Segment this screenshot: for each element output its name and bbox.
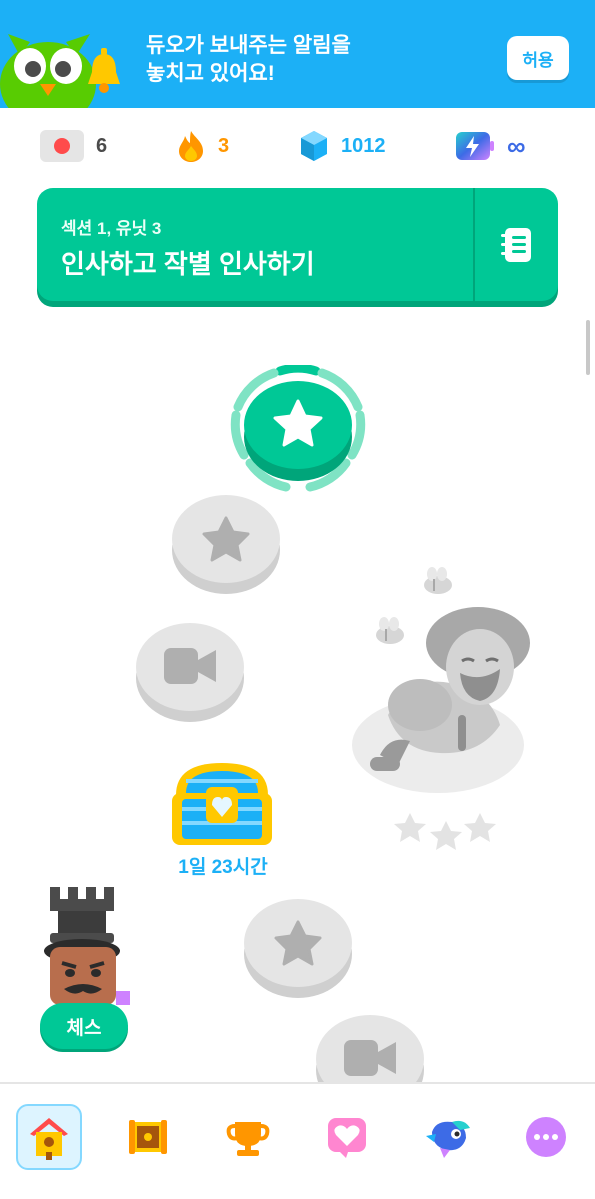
sleeping-character-illustration [352, 567, 530, 850]
flag-icon [40, 130, 84, 162]
chess-character-illustration [44, 887, 130, 1005]
nav-duo[interactable] [414, 1104, 480, 1170]
guidebook-button[interactable] [475, 188, 558, 301]
nav-leaderboard[interactable] [215, 1104, 281, 1170]
chess-button[interactable]: 체스 [40, 1003, 128, 1049]
unit-subtitle: 섹션 1, 유닛 3 [61, 219, 162, 238]
more-icon [526, 1117, 566, 1157]
flame-icon [179, 131, 203, 162]
energy-value: ∞ [507, 130, 526, 161]
home-icon [30, 1118, 68, 1160]
banner-line-2: 놓치고 있어요! [146, 62, 275, 85]
scrollbar[interactable] [586, 320, 590, 375]
bee-icon [424, 567, 452, 594]
nav-home[interactable] [16, 1104, 82, 1170]
current-lesson-node[interactable] [230, 365, 366, 493]
gems-count: 1012 [341, 134, 386, 157]
allow-notifications-button[interactable]: 허용 [507, 36, 569, 80]
banner-message: 듀오가 보내주는 알림을 놓치고 있어요! [146, 32, 351, 88]
stars-rating [394, 813, 496, 850]
nav-hearts[interactable] [314, 1104, 380, 1170]
duo-icon [426, 1120, 470, 1158]
locked-lesson-node[interactable] [170, 494, 282, 596]
banner-line-1: 듀오가 보내주는 알림을 [146, 34, 351, 57]
trophy-icon [226, 1122, 270, 1156]
language-count: 6 [96, 134, 108, 157]
streak-count: 3 [218, 134, 230, 157]
energy-stat[interactable]: ∞ [455, 130, 526, 162]
nav-quests[interactable] [115, 1104, 181, 1170]
streak-stat[interactable]: 3 [176, 130, 229, 162]
owl-mascot-icon [0, 34, 120, 108]
treasure-map-icon [129, 1120, 167, 1154]
chest-timer: 1일 23시간 [178, 857, 268, 878]
gems-stat[interactable]: 1012 [299, 130, 386, 162]
stats-bar: 6 3 1012 ∞ [0, 110, 595, 182]
heart-icon [328, 1118, 366, 1158]
energy-battery-icon [456, 132, 494, 160]
notification-banner: 듀오가 보내주는 알림을 놓치고 있어요! 허용 [0, 0, 595, 108]
gem-icon [301, 131, 327, 161]
nav-more[interactable] [513, 1104, 579, 1170]
unit-title: 인사하고 작별 인사하기 [61, 249, 315, 279]
locked-lesson-node[interactable] [242, 898, 354, 1000]
bottom-nav [0, 1084, 595, 1199]
language-stat[interactable]: 6 [40, 130, 107, 162]
treasure-chest-icon[interactable] [168, 755, 276, 850]
unit-header-card[interactable]: 섹션 1, 유닛 3 인사하고 작별 인사하기 [37, 188, 558, 301]
locked-video-node[interactable] [314, 1014, 426, 1082]
guidebook-icon [500, 227, 531, 262]
locked-video-node[interactable] [134, 622, 246, 724]
bee-icon [376, 617, 404, 644]
